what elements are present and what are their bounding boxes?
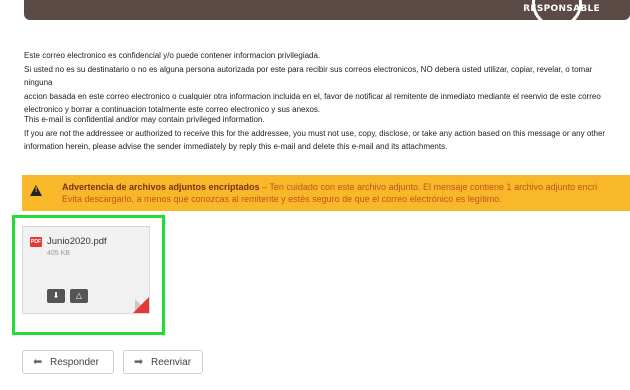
reply-button[interactable]: ⬅ Responder	[22, 350, 114, 374]
attachment-size: 405 KB	[47, 250, 70, 257]
warning-dash: –	[259, 182, 270, 192]
disclaimer-en-line: information herein, please advise the se…	[24, 142, 448, 152]
warning-title: Advertencia de archivos adjuntos encript…	[62, 182, 260, 192]
attachment-name: Junio2020.pdf	[47, 236, 107, 247]
attachment-card[interactable]: PDF Junio2020.pdf 405 KB ⬇ △	[22, 226, 150, 314]
email-header-banner: RESPONSABLE	[24, 0, 630, 20]
reply-arrow-icon: ⬅	[33, 356, 43, 368]
pdf-corner-icon	[133, 297, 149, 313]
disclaimer-es-line: Este correo electronico es confidencial …	[24, 51, 321, 60]
forward-button[interactable]: ➡ Reenviar	[123, 350, 203, 374]
forward-arrow-icon: ➡	[134, 356, 144, 368]
encrypted-attachment-warning: ! Advertencia de archivos adjuntos encri…	[22, 175, 630, 211]
download-icon[interactable]: ⬇	[47, 289, 65, 303]
pdf-file-icon: PDF	[30, 237, 42, 247]
disclaimer-en-line: This e-mail is confidential and/or may c…	[24, 115, 265, 124]
disclaimer-spanish: Este correo electronico es confidencial …	[24, 49, 614, 117]
disclaimer-english: This e-mail is confidential and/or may c…	[24, 113, 614, 154]
warning-text: Advertencia de archivos adjuntos encript…	[62, 181, 630, 205]
warning-body-line2: Evita descargarlo, a menos que conozcas …	[62, 194, 502, 204]
warning-icon: !	[30, 185, 42, 196]
logo-text: RESPONSABLE	[523, 4, 600, 14]
warning-body-line1: Ten cuidado con este archivo adjunto. El…	[269, 182, 598, 192]
save-to-drive-icon[interactable]: △	[70, 289, 88, 303]
disclaimer-es-line: accion basada en este correo electronico…	[24, 91, 601, 101]
disclaimer-es-line: Si usted no es su destinatario o no es a…	[24, 64, 593, 88]
disclaimer-en-line: If you are not the addressee or authoriz…	[24, 128, 606, 138]
forward-label: Reenviar	[151, 357, 192, 368]
reply-label: Responder	[50, 357, 99, 368]
